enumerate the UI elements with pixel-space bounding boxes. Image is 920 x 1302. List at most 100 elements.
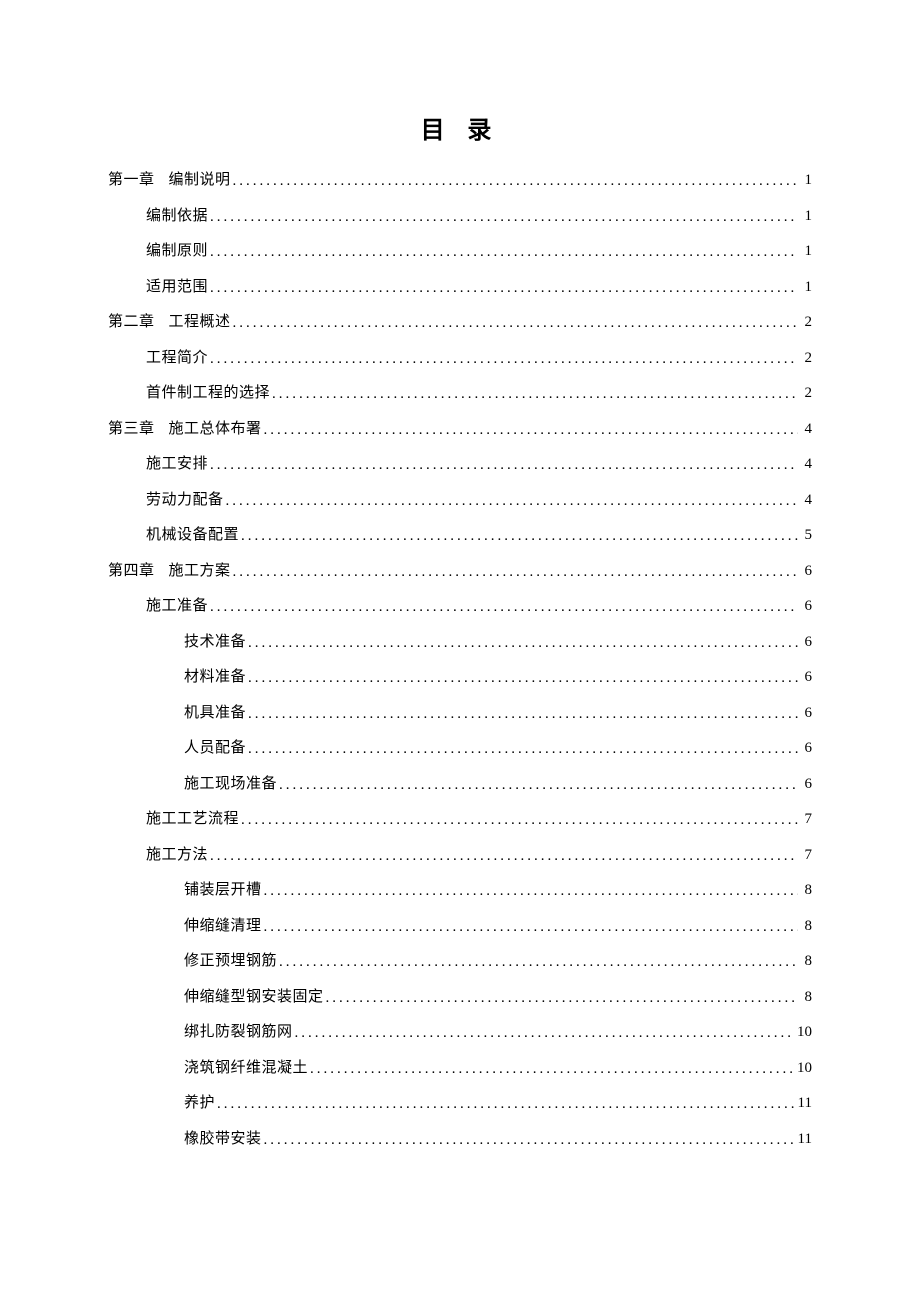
toc-entry-label: 工程简介: [146, 351, 208, 366]
toc-entry-text: 人员配备: [184, 740, 246, 756]
toc-entry-page: 8: [800, 883, 812, 898]
toc-entry-text: 编制原则: [146, 243, 208, 259]
toc-entry-page: 2: [800, 351, 812, 366]
toc-entry-page: 4: [800, 457, 812, 472]
toc-entry-text: 伸缩缝清理: [184, 918, 262, 934]
toc-entry-text: 首件制工程的选择: [146, 385, 270, 401]
toc-page: 目 录 第一章编制说明1编制依据1编制原则1适用范围1第二章工程概述2工程简介2…: [0, 0, 920, 1147]
toc-leader-dots: [248, 636, 798, 651]
toc-leader-dots: [295, 1026, 795, 1041]
toc-entry-label: 首件制工程的选择: [146, 386, 270, 401]
toc-entry-label: 编制依据: [146, 209, 208, 224]
toc-leader-dots: [248, 707, 798, 722]
toc-entry: 施工现场准备6: [108, 777, 812, 792]
toc-entry: 第四章施工方案6: [108, 564, 812, 579]
toc-entry-page: 6: [800, 670, 812, 685]
toc-entry-page: 4: [800, 493, 812, 508]
toc-entry-text: 工程简介: [146, 350, 208, 366]
toc-entry-label: 机械设备配置: [146, 528, 239, 543]
toc-entry-text: 施工工艺流程: [146, 811, 239, 827]
toc-entry-text: 铺装层开槽: [184, 882, 262, 898]
toc-entry-page: 8: [800, 919, 812, 934]
toc-leader-dots: [210, 600, 798, 615]
toc-entry: 绑扎防裂钢筋网 10: [108, 1025, 812, 1040]
toc-entry: 机具准备6: [108, 706, 812, 721]
toc-entry-text: 机械设备配置: [146, 527, 239, 543]
toc-leader-dots: [264, 423, 798, 438]
toc-entry-page: 6: [800, 706, 812, 721]
toc-leader-dots: [210, 281, 798, 296]
toc-entry-text: 适用范围: [146, 279, 208, 295]
toc-leader-dots: [226, 494, 798, 509]
toc-leader-dots: [310, 1062, 795, 1077]
toc-entry-page: 1: [800, 244, 812, 259]
toc-entry: 第一章编制说明 1: [108, 173, 812, 188]
toc-leader-dots: [279, 778, 798, 793]
toc-entry-label: 施工方法: [146, 848, 208, 863]
toc-leader-dots: [233, 565, 798, 580]
toc-entry-label: 伸缩缝清理: [184, 919, 262, 934]
toc-leader-dots: [217, 1097, 796, 1112]
toc-leader-dots: [272, 387, 798, 402]
toc-leader-dots: [210, 352, 798, 367]
toc-entry-label: 劳动力配备: [146, 493, 224, 508]
toc-entry-page: 10: [797, 1061, 812, 1076]
toc-entry-label: 浇筑钢纤维混凝土: [184, 1061, 308, 1076]
toc-entry-label: 橡胶带安装: [184, 1132, 262, 1147]
toc-entry-label: 材料准备: [184, 670, 246, 685]
toc-leader-dots: [264, 884, 798, 899]
toc-entry-text: 技术准备: [184, 634, 246, 650]
toc-entry: 浇筑钢纤维混凝土 10: [108, 1061, 812, 1076]
toc-leader-dots: [279, 955, 798, 970]
toc-entry: 伸缩缝清理 8: [108, 919, 812, 934]
toc-entry-page: 6: [800, 777, 812, 792]
toc-entry-page: 7: [800, 848, 812, 863]
toc-entry-label: 人员配备: [184, 741, 246, 756]
toc-leader-dots: [210, 849, 798, 864]
toc-entry-page: 1: [800, 173, 812, 188]
toc-entry-page: 2: [800, 386, 812, 401]
toc-chapter-prefix: 第三章: [108, 421, 155, 437]
toc-entry: 首件制工程的选择 2: [108, 386, 812, 401]
toc-entry-label: 第一章编制说明: [108, 173, 231, 188]
toc-entry-text: 工程概述: [169, 314, 231, 330]
toc-leader-dots: [326, 991, 798, 1006]
toc-entry-text: 施工方案: [169, 563, 231, 579]
toc-chapter-prefix: 第二章: [108, 314, 155, 330]
toc-entry-text: 养护: [184, 1095, 215, 1111]
toc-entry-label: 修正预埋钢筋: [184, 954, 277, 969]
toc-entry-label: 铺装层开槽: [184, 883, 262, 898]
toc-entry: 养护11: [108, 1096, 812, 1111]
toc-entry: 技术准备6: [108, 635, 812, 650]
toc-entry: 劳动力配备 4: [108, 493, 812, 508]
toc-entry: 伸缩缝型钢安装固定 8: [108, 990, 812, 1005]
toc-entry-page: 6: [800, 564, 812, 579]
toc-leader-dots: [241, 529, 798, 544]
toc-entry-text: 施工安排: [146, 456, 208, 472]
toc-entry-page: 6: [800, 741, 812, 756]
toc-entry-label: 第三章施工总体布署: [108, 422, 262, 437]
toc-entry: 橡胶带安装11: [108, 1132, 812, 1147]
toc-entry: 修正预埋钢筋 8: [108, 954, 812, 969]
toc-entry: 适用范围 1: [108, 280, 812, 295]
toc-entry: 铺装层开槽 8: [108, 883, 812, 898]
toc-list: 第一章编制说明1编制依据1编制原则1适用范围1第二章工程概述2工程简介2首件制工…: [108, 173, 812, 1147]
toc-entry: 编制原则 1: [108, 244, 812, 259]
toc-entry-label: 伸缩缝型钢安装固定: [184, 990, 324, 1005]
toc-entry-page: 10: [797, 1025, 812, 1040]
toc-entry-page: 6: [800, 599, 812, 614]
toc-entry-text: 施工准备: [146, 598, 208, 614]
toc-entry: 人员配备 6: [108, 741, 812, 756]
toc-entry-page: 8: [800, 954, 812, 969]
toc-leader-dots: [264, 1133, 796, 1148]
toc-entry-label: 技术准备: [184, 635, 246, 650]
toc-entry: 材料准备 6: [108, 670, 812, 685]
toc-entry-text: 修正预埋钢筋: [184, 953, 277, 969]
toc-entry: 第三章施工总体布署 4: [108, 422, 812, 437]
toc-entry-page: 8: [800, 990, 812, 1005]
toc-leader-dots: [248, 671, 798, 686]
toc-entry-page: 4: [800, 422, 812, 437]
toc-entry-text: 伸缩缝型钢安装固定: [184, 989, 324, 1005]
toc-entry-page: 1: [800, 280, 812, 295]
toc-entry-text: 绑扎防裂钢筋网: [184, 1024, 293, 1040]
